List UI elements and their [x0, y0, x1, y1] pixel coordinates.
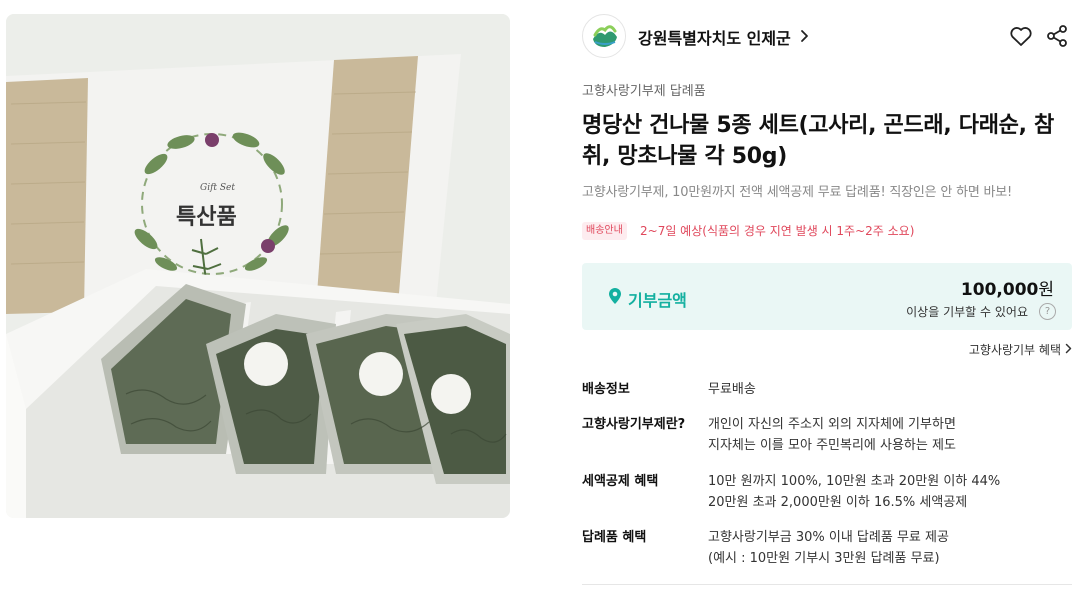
info-value: 무료배송: [708, 382, 756, 397]
help-icon[interactable]: ?: [1039, 303, 1056, 320]
divider: [582, 584, 1072, 585]
product-subtitle: 고향사랑기부제, 10만원까지 전액 세액공제 무료 답례품! 직장인은 안 하…: [582, 185, 1013, 200]
product-image: Gift Set 특산품: [6, 14, 510, 518]
shipping-notice-badge: 배송안내: [582, 222, 627, 240]
info-label: 답례품 혜택: [582, 530, 647, 545]
share-icon[interactable]: [1044, 23, 1070, 49]
product-title: 명당산 건나물 5종 세트(고사리, 곤드래, 다래순, 참 취, 망초나물 각…: [582, 110, 1072, 172]
product-title-line-2: 취, 망초나물 각 50g): [582, 144, 787, 169]
info-value-line: 지자체는 이를 모아 주민복리에 사용하는 제도: [708, 438, 956, 453]
seller-header: 강원특별자치도 인제군: [582, 14, 1074, 60]
product-title-line-1: 명당산 건나물 5종 세트(고사리, 곤드래, 다래순, 참: [582, 113, 1054, 138]
gift-set-label: Gift Set: [200, 183, 235, 193]
info-value-line: 개인이 자신의 주소지 외의 지자체에 기부하면: [708, 417, 956, 432]
seller-logo[interactable]: [582, 14, 626, 58]
info-value: 고향사랑기부금 30% 이내 답례품 무료 제공 (예시 : 10만원 기부시 …: [708, 527, 949, 569]
location-pin-icon: [609, 288, 621, 304]
hometown-benefit-link[interactable]: 고향사랑기부 혜택: [969, 341, 1072, 358]
info-value: 10만 원까지 100%, 10만원 초과 20만원 이하 44% 20만원 초…: [708, 471, 1000, 513]
hometown-benefit-link-label: 고향사랑기부 혜택: [968, 343, 1061, 357]
info-value-line: 고향사랑기부금 30% 이내 답례품 무료 제공: [708, 530, 949, 545]
donation-label: 기부금액: [628, 291, 687, 310]
donation-amount-unit: 원: [1038, 280, 1054, 300]
donation-note: 이상을 기부할 수 있어요: [906, 305, 1028, 319]
chevron-right-icon[interactable]: [800, 28, 810, 44]
info-value: 개인이 자신의 주소지 외의 지자체에 기부하면 지자체는 이를 모아 주민복리…: [708, 414, 956, 456]
donation-amount: 100,000원: [961, 275, 1054, 300]
box-brand-label: 특산품: [176, 205, 237, 230]
product-category: 고향사랑기부제 답례품: [582, 84, 706, 99]
info-value-line: 10만 원까지 100%, 10만원 초과 20만원 이하 44%: [708, 474, 1001, 489]
info-label: 고향사랑기부제란?: [582, 417, 686, 432]
shipping-notice-text: 2~7일 예상(식품의 경우 지연 발생 시 1주~2주 소요): [640, 224, 915, 238]
info-value-line: (예시 : 10만원 기부시 3만원 답례품 무료): [708, 551, 940, 566]
info-value-line: 20만원 초과 2,000만원 이하 16.5% 세액공제: [708, 495, 968, 510]
donation-amount-value: 100,000: [960, 280, 1039, 300]
donation-amount-box: 기부금액 100,000원 이상을 기부할 수 있어요 ?: [582, 263, 1072, 330]
heart-icon[interactable]: [1008, 23, 1034, 49]
info-label: 세액공제 혜택: [582, 474, 659, 489]
info-label: 배송정보: [582, 382, 630, 397]
seller-name-link[interactable]: 강원특별자치도 인제군: [638, 25, 791, 49]
chevron-right-icon: [1065, 343, 1072, 357]
